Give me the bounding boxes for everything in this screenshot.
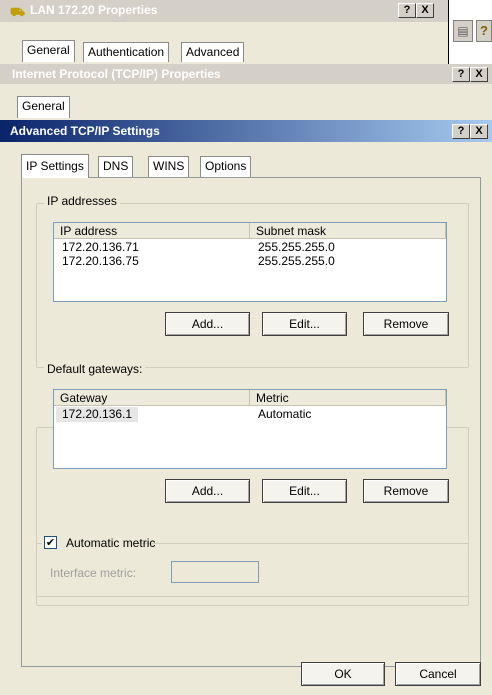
subnet-mask-cell: 255.255.255.0 <box>258 240 335 254</box>
automatic-metric-checkbox[interactable]: ✔ <box>44 536 57 549</box>
toolbar-printer-icon[interactable]: ▤ <box>453 20 473 42</box>
lan-tab-advanced[interactable]: Advanced <box>181 42 245 62</box>
ip-address-cell: 172.20.136.71 <box>62 240 139 254</box>
tab-dns[interactable]: DNS <box>98 156 134 178</box>
ip-edit-button[interactable]: Edit... <box>262 312 347 336</box>
gateway-remove-button[interactable]: Remove <box>363 479 449 503</box>
ip-address-column-header[interactable]: IP address <box>54 223 250 239</box>
ok-button[interactable]: OK <box>301 662 385 686</box>
gateway-cell: 172.20.136.1 <box>56 407 139 422</box>
lan-tab-general[interactable]: General <box>22 40 75 62</box>
tab-options[interactable]: Options <box>200 156 252 178</box>
ip-addresses-legend: IP addresses <box>44 194 120 208</box>
tcpip-properties-window: Internet Protocol (TCP/IP) Properties ? … <box>0 64 492 120</box>
close-button[interactable]: X <box>416 3 434 18</box>
gateway-list[interactable]: Gateway Metric 172.20.136.1 Automatic <box>53 389 447 469</box>
gateway-column-header[interactable]: Gateway <box>54 390 250 406</box>
lan-properties-window: ⛟ LAN 172.20 Properties ? X ▤ ? General … <box>0 0 492 64</box>
tcpip-tab-general[interactable]: General <box>17 96 70 118</box>
interface-metric-field[interactable] <box>171 561 259 583</box>
tcpip-window-titlebar[interactable]: Internet Protocol (TCP/IP) Properties <box>0 64 492 84</box>
subnet-mask-cell: 255.255.255.0 <box>258 254 335 268</box>
help-button[interactable]: ? <box>398 3 416 18</box>
toolbar-help-icon[interactable]: ? <box>476 20 492 42</box>
tab-content-panel: IP addresses IP address Subnet mask 172.… <box>21 177 481 667</box>
ip-address-list[interactable]: IP address Subnet mask 172.20.136.71 255… <box>53 222 447 302</box>
lan-window-titlebar[interactable]: ⛟ LAN 172.20 Properties <box>0 0 448 22</box>
help-button[interactable]: ? <box>452 67 470 82</box>
lan-tab-authentication[interactable]: Authentication <box>83 42 170 62</box>
ip-remove-button[interactable]: Remove <box>363 312 449 336</box>
advanced-tcpip-window: Advanced TCP/IP Settings ? X IP Settings… <box>0 120 492 695</box>
automatic-metric-row[interactable]: ✔ Automatic metric <box>42 535 155 551</box>
cancel-button[interactable]: Cancel <box>395 662 481 686</box>
ip-add-button[interactable]: Add... <box>165 312 250 336</box>
gateway-edit-button[interactable]: Edit... <box>262 479 347 503</box>
network-connection-icon: ⛟ <box>10 5 26 19</box>
gateway-add-button[interactable]: Add... <box>165 479 250 503</box>
tab-ip-settings[interactable]: IP Settings <box>21 154 89 178</box>
close-button[interactable]: X <box>470 124 488 139</box>
advanced-window-titlebar[interactable]: Advanced TCP/IP Settings <box>0 120 492 142</box>
lan-window-title: LAN 172.20 Properties <box>30 3 158 17</box>
tcpip-window-title: Internet Protocol (TCP/IP) Properties <box>12 67 221 81</box>
default-gateways-legend: Default gateways: <box>44 362 146 376</box>
help-button[interactable]: ? <box>452 124 470 139</box>
tab-wins[interactable]: WINS <box>148 156 190 178</box>
metric-column-header[interactable]: Metric <box>250 390 446 406</box>
automatic-metric-label: Automatic metric <box>66 536 156 550</box>
metric-cell: Automatic <box>258 407 312 421</box>
interface-metric-label: Interface metric: <box>50 566 137 580</box>
ip-address-cell: 172.20.136.75 <box>62 254 139 268</box>
close-button[interactable]: X <box>470 67 488 82</box>
advanced-window-title: Advanced TCP/IP Settings <box>10 124 160 138</box>
subnet-mask-column-header[interactable]: Subnet mask <box>250 223 446 239</box>
